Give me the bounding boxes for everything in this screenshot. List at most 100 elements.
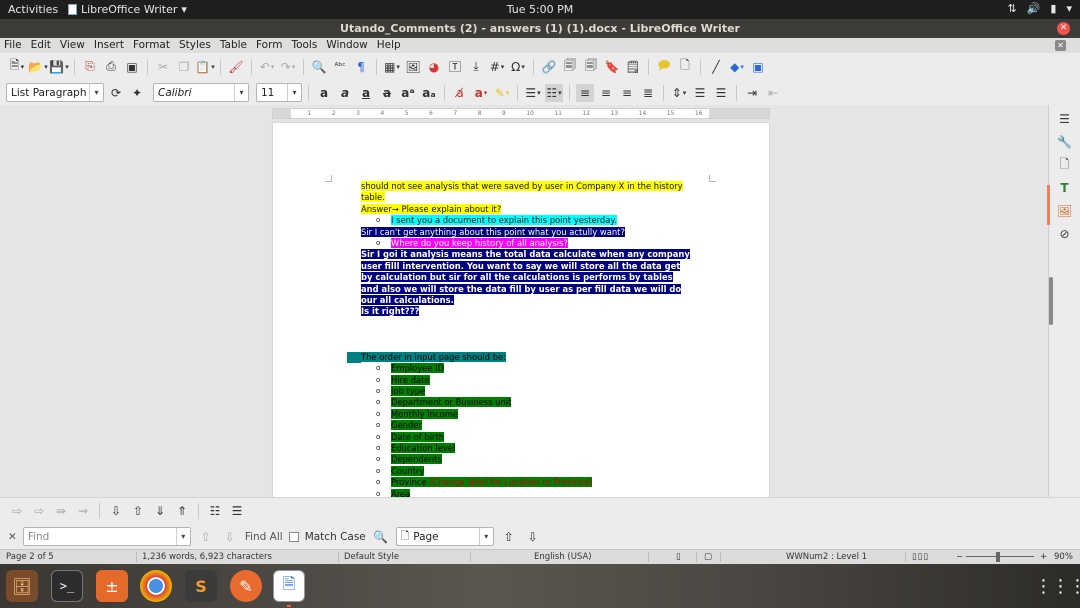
ordered-list-icon[interactable]: ☷ xyxy=(545,83,563,102)
increase-indent-icon[interactable]: ⇥ xyxy=(743,84,761,102)
search-scope-combo[interactable]: 🗋 Page ▾ xyxy=(395,527,494,546)
redo-icon[interactable]: ↷ xyxy=(279,58,297,76)
language[interactable]: English (USA) xyxy=(534,550,592,564)
justify-icon[interactable]: ≣ xyxy=(639,84,657,102)
decrease-paragraph-spacing-icon[interactable]: ☰ xyxy=(712,84,730,102)
clone-formatting-icon[interactable]: 🖌 xyxy=(227,58,245,76)
strikethrough-icon[interactable]: a xyxy=(378,84,396,102)
page-style[interactable]: Default Style xyxy=(344,550,399,564)
new-style-icon[interactable]: ✦ xyxy=(128,84,146,102)
arrow-right-icon[interactable]: ⇨ xyxy=(8,502,26,520)
insert-mode-icon[interactable]: ▯ xyxy=(676,550,681,564)
find-next-icon[interactable]: ⇩ xyxy=(221,528,239,546)
terminal-icon[interactable]: >_ xyxy=(51,570,83,602)
clear-formatting-icon[interactable]: a̸ xyxy=(451,84,469,102)
align-center-icon[interactable]: ≡ xyxy=(597,84,615,102)
print-icon[interactable]: ⎙ xyxy=(102,58,120,76)
find-previous-icon[interactable]: ⇧ xyxy=(197,528,215,546)
arrow-right-icon[interactable]: ⇝ xyxy=(74,502,92,520)
move-down-subpoints-icon[interactable]: ⇓ xyxy=(151,502,169,520)
document-body[interactable]: should not see analysis that were saved … xyxy=(347,181,721,497)
align-left-icon[interactable]: ≡ xyxy=(576,83,594,102)
find-input[interactable]: Find ▾ xyxy=(22,527,191,546)
find-all-button[interactable]: Find All xyxy=(245,531,283,543)
draw-functions-icon[interactable]: ▣ xyxy=(749,58,767,76)
inkscape-icon[interactable]: ✎ xyxy=(230,570,262,602)
insert-textbox-icon[interactable]: 🅃 xyxy=(446,58,464,76)
menu-insert[interactable]: Insert xyxy=(94,38,124,53)
italic-icon[interactable]: a xyxy=(336,84,354,102)
activities-button[interactable]: Activities xyxy=(8,3,58,16)
undo-icon[interactable]: ↶ xyxy=(258,58,276,76)
menu-window[interactable]: Window xyxy=(326,38,367,53)
font-size-combo[interactable]: 11 ▾ xyxy=(256,83,302,102)
word-count[interactable]: 1,236 words, 6,923 characters xyxy=(142,550,272,564)
clock[interactable]: Tue 5:00 PM xyxy=(507,3,574,16)
match-case-checkbox[interactable] xyxy=(288,531,299,542)
font-color-icon[interactable]: a xyxy=(472,84,490,102)
insert-image-icon[interactable]: 🖼 xyxy=(404,58,422,76)
files-icon[interactable]: 🗄 xyxy=(6,570,38,602)
arrow-down-icon[interactable]: ⇩ xyxy=(107,502,125,520)
cut-icon[interactable]: ✂ xyxy=(154,58,172,76)
view-layout-icon[interactable]: ▯▯▯ xyxy=(912,550,929,564)
zoom-level[interactable]: 90% xyxy=(1054,550,1073,564)
hyperlink-icon[interactable]: 🔗 xyxy=(540,58,558,76)
menu-table[interactable]: Table xyxy=(220,38,247,53)
navigator-icon[interactable]: ⊘ xyxy=(1056,225,1074,243)
menu-edit[interactable]: Edit xyxy=(31,38,51,53)
chrome-icon[interactable] xyxy=(140,570,172,602)
copy-icon[interactable]: ❐ xyxy=(175,58,193,76)
insert-chart-icon[interactable]: ◕ xyxy=(425,58,443,76)
close-find-bar-icon[interactable]: ✕ xyxy=(8,531,17,543)
underline-icon[interactable]: a xyxy=(357,84,375,102)
find-replace-icon[interactable]: 🔍 xyxy=(372,528,390,546)
insert-page-break-icon[interactable]: ⤓ xyxy=(467,58,485,76)
increase-paragraph-spacing-icon[interactable]: ☰ xyxy=(691,84,709,102)
spelling-icon[interactable]: ᴬᵇᶜ xyxy=(331,58,349,76)
restart-numbering-icon[interactable]: ☰ xyxy=(228,502,246,520)
export-pdf-icon[interactable]: ⎘ xyxy=(81,58,99,76)
arrow-up-icon[interactable]: ⇧ xyxy=(129,502,147,520)
basic-shapes-icon[interactable]: ◆ xyxy=(728,58,746,76)
styles-icon[interactable]: T xyxy=(1056,179,1074,197)
scrollbar[interactable] xyxy=(1049,277,1053,325)
insert-unnumbered-entry-icon[interactable]: ☷ xyxy=(206,502,224,520)
formatting-marks-icon[interactable]: ¶ xyxy=(352,58,370,76)
system-tray[interactable]: ⇅ 🔊 ▮ ▾ xyxy=(1007,2,1072,15)
bookmark-icon[interactable]: 🔖 xyxy=(603,58,621,76)
document-modified-icon[interactable]: ▢ xyxy=(704,550,712,564)
horizontal-ruler[interactable]: 1 1 2 3 4 5 6 7 8 9 10 11 12 13 14 15 16… xyxy=(272,108,770,119)
unordered-list-icon[interactable]: ☰ xyxy=(524,84,542,102)
paste-icon[interactable]: 📋 xyxy=(195,58,214,76)
close-document-icon[interactable]: ✕ xyxy=(1055,40,1066,51)
zoom-in-icon[interactable]: + xyxy=(1040,550,1047,564)
find-replace-icon[interactable]: 🔍 xyxy=(310,58,328,76)
save-icon[interactable]: 💾 xyxy=(49,58,68,76)
new-document-icon[interactable]: 🗎 xyxy=(8,58,26,76)
document-workspace[interactable]: 1 1 2 3 4 5 6 7 8 9 10 11 12 13 14 15 16… xyxy=(0,105,1048,497)
insert-table-icon[interactable]: ▦ xyxy=(383,58,401,76)
endnote-icon[interactable]: 🗐 xyxy=(582,58,600,76)
bold-icon[interactable]: a xyxy=(315,84,333,102)
menu-styles[interactable]: Styles xyxy=(179,38,211,53)
move-up-subpoints-icon[interactable]: ⇑ xyxy=(173,502,191,520)
print-preview-icon[interactable]: ▣ xyxy=(123,58,141,76)
update-style-icon[interactable]: ⟳ xyxy=(107,84,125,102)
app-grid-icon[interactable]: ⋮⋮⋮ xyxy=(1035,570,1080,602)
line-spacing-icon[interactable]: ⇕ xyxy=(670,84,688,102)
insert-field-icon[interactable]: # xyxy=(488,58,506,76)
close-window-button[interactable]: ✕ xyxy=(1057,22,1070,35)
zoom-slider[interactable] xyxy=(966,556,1034,557)
track-changes-icon[interactable]: 🗋 xyxy=(676,58,694,76)
search-down-icon[interactable]: ⇩ xyxy=(524,528,542,546)
cross-reference-icon[interactable]: 🗒 xyxy=(624,58,642,76)
line-icon[interactable]: ╱ xyxy=(707,58,725,76)
align-right-icon[interactable]: ≡ xyxy=(618,84,636,102)
superscript-icon[interactable]: aᵃ xyxy=(399,84,417,102)
page-count[interactable]: Page 2 of 5 xyxy=(6,550,54,564)
zoom-out-icon[interactable]: − xyxy=(956,550,963,564)
open-folder-icon[interactable]: 📂 xyxy=(28,58,47,76)
libreoffice-writer-icon[interactable]: 🗎 xyxy=(273,570,305,602)
subscript-icon[interactable]: aₐ xyxy=(420,84,438,102)
